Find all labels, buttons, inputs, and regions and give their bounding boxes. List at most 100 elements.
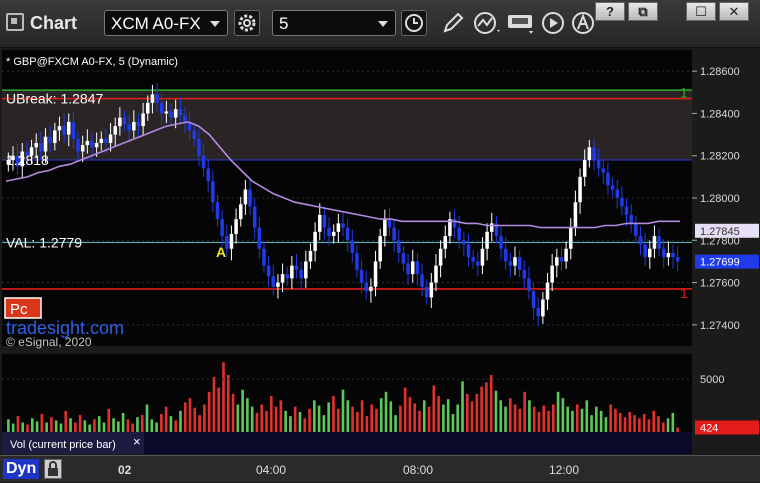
- candle-body-141: [661, 248, 666, 258]
- studies-button[interactable]: [473, 10, 500, 36]
- candle-body-6: [34, 143, 38, 148]
- candle-body-54: [257, 227, 262, 249]
- level-label-0: UBreak: 1.2847: [6, 91, 103, 107]
- candle-body-139: [652, 236, 657, 249]
- pc-badge-text: Pc: [10, 301, 28, 318]
- candle-body-73: [345, 227, 350, 241]
- candle-body-133: [624, 206, 629, 215]
- lock-icon: [48, 461, 58, 476]
- candle-body-142: [666, 252, 671, 258]
- settings-button[interactable]: [234, 10, 260, 36]
- candle-body-24: [118, 117, 122, 127]
- alert-icon: [572, 12, 594, 34]
- replay-button[interactable]: [540, 10, 566, 36]
- candle-body-40: [192, 130, 197, 139]
- candle-body-87: [410, 261, 415, 275]
- candle-body-115: [541, 299, 545, 317]
- ma-price-tag-text: 1.27845: [700, 226, 740, 238]
- toolbar: Chart XCM A0-FX 5 ? ⧉ ☐ ✕: [0, 0, 760, 48]
- close-button[interactable]: ✕: [719, 2, 749, 21]
- candle-body-30: [146, 102, 150, 114]
- candle-body-114: [536, 307, 540, 317]
- candle-body-120: [564, 248, 568, 262]
- candle-body-15: [76, 138, 80, 152]
- candle-body-88: [415, 261, 420, 275]
- candle-body-112: [527, 278, 531, 292]
- pc-badge: Pc: [4, 297, 42, 319]
- candle-body-125: [587, 147, 592, 160]
- help-button[interactable]: ?: [595, 2, 625, 21]
- candle-body-130: [610, 185, 615, 190]
- candle-body-71: [336, 223, 341, 232]
- candle-body-72: [341, 223, 345, 228]
- candle-body-55: [262, 248, 266, 266]
- candle-body-79: [373, 261, 378, 287]
- candle-body-36: [173, 109, 178, 118]
- candle-body-136: [638, 236, 643, 245]
- candle-body-122: [573, 202, 578, 228]
- candle-body-12: [62, 126, 66, 135]
- gear-icon: [238, 14, 256, 32]
- app-title-text: Chart: [30, 13, 78, 33]
- candle-body-66: [313, 231, 317, 251]
- candle-body-93: [438, 248, 443, 266]
- help-icon: ?: [606, 4, 614, 19]
- candle-body-64: [304, 261, 308, 279]
- price-chart[interactable]: UBreak: 1.2847 1 1.2818 VAL: 1.2779 1 * GBP@…: [0, 48, 760, 455]
- y-tick-label-3: 1.28000: [700, 193, 740, 205]
- level-marker-0: 1: [680, 85, 688, 101]
- level-label-1: 1.2818: [6, 152, 49, 168]
- volume-legend-label: Vol (current price bar): [10, 439, 116, 451]
- chevron-down-icon: [210, 21, 220, 27]
- clock-icon: [405, 14, 423, 32]
- maximize-button[interactable]: ☐: [686, 2, 716, 21]
- y-tick-label-2: 1.28200: [700, 151, 740, 163]
- volume-tick-label: 5000: [700, 374, 724, 386]
- candle-body-67: [317, 214, 322, 232]
- restore-button[interactable]: ⧉: [628, 2, 658, 21]
- candle-body-20: [99, 138, 104, 144]
- line-chart-icon: [474, 12, 500, 34]
- interval-input[interactable]: 5: [272, 10, 396, 36]
- chart-window-icon: [6, 13, 24, 31]
- candle-body-70: [331, 231, 336, 237]
- candle-body-23: [113, 126, 118, 135]
- candle-body-38: [183, 115, 187, 122]
- candle-body-98: [462, 240, 466, 245]
- candle-body-99: [466, 244, 471, 258]
- volume-last-tag-text: 424: [700, 423, 718, 435]
- time-label-1200: 12:00: [549, 463, 580, 477]
- candle-body-53: [252, 206, 257, 228]
- candle-body-58: [276, 282, 280, 287]
- candle-body-50: [238, 204, 243, 220]
- annotation-marker: A: [216, 244, 226, 260]
- y-tick-label-6: 1.27400: [700, 320, 740, 332]
- time-button[interactable]: [401, 10, 427, 36]
- candle-body-102: [480, 248, 485, 266]
- candle-body-33: [159, 102, 164, 114]
- alert-button[interactable]: [570, 10, 596, 36]
- draw-button[interactable]: [440, 10, 466, 36]
- candle-body-22: [108, 134, 113, 144]
- candle-body-144: [675, 257, 680, 262]
- candle-body-35: [169, 111, 173, 118]
- time-label-02: 02: [118, 463, 132, 477]
- volume-legend-close-icon[interactable]: ×: [133, 434, 141, 449]
- candle-body-46: [220, 219, 224, 237]
- candle-body-132: [620, 198, 624, 207]
- candle-body-100: [471, 257, 475, 262]
- candle-body-140: [657, 236, 661, 249]
- candle-body-77: [364, 282, 369, 292]
- lock-button[interactable]: [44, 459, 62, 479]
- dynamic-mode-button[interactable]: Dyn: [3, 459, 40, 479]
- time-label-0400: 04:00: [256, 463, 287, 477]
- get-button[interactable]: [507, 10, 533, 36]
- candle-body-131: [615, 189, 620, 198]
- symbol-input[interactable]: XCM A0-FX: [104, 10, 228, 36]
- candle-body-45: [215, 202, 220, 220]
- y-tick-label-5: 1.27600: [700, 278, 740, 290]
- candle-body-44: [211, 181, 215, 203]
- candle-body-26: [127, 124, 131, 131]
- candle-body-7: [39, 143, 43, 152]
- candle-body-41: [197, 138, 201, 156]
